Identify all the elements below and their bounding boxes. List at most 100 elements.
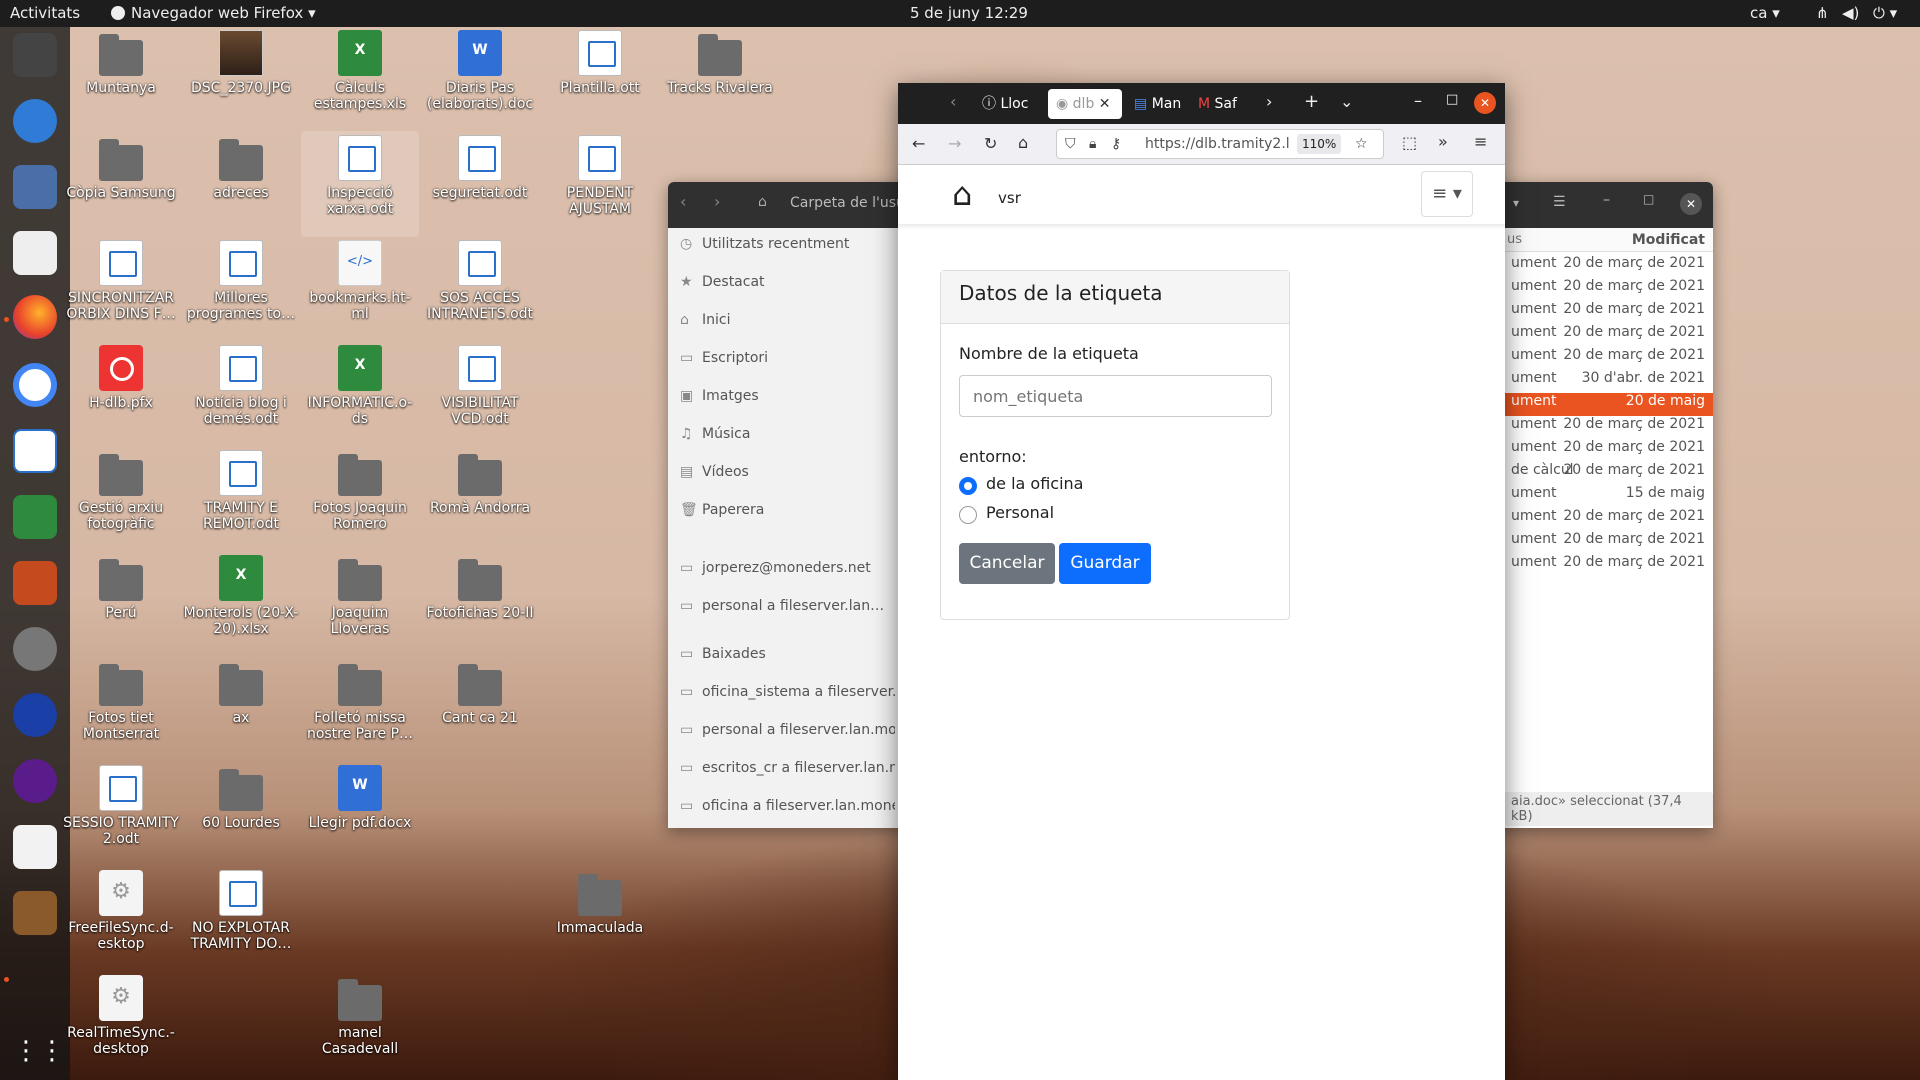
desktop-icon[interactable]: Cant ca 21	[421, 660, 539, 726]
chromium-icon[interactable]	[13, 363, 57, 407]
desktop-icon[interactable]: ax	[182, 660, 300, 726]
desktop-icon[interactable]: Romà Andorra	[421, 450, 539, 516]
sidebar-location[interactable]: ▭ personal a fileserver.lan.mo…	[680, 722, 895, 738]
clock[interactable]: 5 de juny 12:29	[910, 4, 1028, 22]
radio-office[interactable]	[959, 477, 977, 495]
desktop-icon[interactable]: PENDENT AJUSTAM	[541, 135, 659, 217]
table-row[interactable]: ument 20 de març de 2021	[1503, 531, 1713, 554]
desktop-icon[interactable]: seguretat.odt	[421, 135, 539, 201]
path-bar[interactable]: Carpeta de l'usu	[790, 195, 905, 211]
app-menu-icon[interactable]: ≡	[1474, 132, 1487, 151]
sidebar-item[interactable]: 🗑︎ Paperera	[680, 502, 764, 518]
radio-personal[interactable]	[959, 506, 977, 524]
forward-icon[interactable]: ›	[714, 192, 720, 211]
writer-icon[interactable]	[13, 429, 57, 473]
home-icon[interactable]: ⌂	[1018, 133, 1028, 152]
desktop-icon[interactable]: Càlculs estampes.xls	[301, 30, 419, 112]
desktop-icon[interactable]: Plantilla.ott	[541, 30, 659, 96]
maximize-icon[interactable]: □	[1446, 92, 1458, 107]
close-tab-icon[interactable]: ✕	[1099, 96, 1111, 112]
menu-icon[interactable]: ☰	[1553, 194, 1566, 210]
sidebar-location[interactable]: ▭ personal a fileserver.lan…	[680, 598, 895, 614]
desktop-icon[interactable]: VISIBILITAT VCD.odt	[421, 345, 539, 427]
radio-personal-label[interactable]: Personal	[986, 503, 1054, 522]
save-button[interactable]: Guardar	[1059, 543, 1151, 584]
desktop-icon[interactable]: Fotos tiet Montserrat	[62, 660, 180, 742]
desktop-icon[interactable]: adreces	[182, 135, 300, 201]
home-icon[interactable]: ⌂	[758, 194, 767, 210]
volume-icon[interactable]: ◀)	[1842, 4, 1859, 22]
sidebar-location[interactable]: ▭ escritos_cr a fileserver.lan.m…	[680, 760, 895, 776]
desktop-icon[interactable]: Monterols (20-X-20).xlsx	[182, 555, 300, 637]
url-bar[interactable]: ⛉ 🔒︎ ⚷ https://dlb.tramity2.l 110% ☆	[1056, 129, 1384, 159]
desktop-icon[interactable]: SESSIO TRAMITY 2.odt	[62, 765, 180, 847]
sidebar-location[interactable]: ▭ oficina a fileserver.lan.mone…	[680, 798, 895, 814]
type-column-header[interactable]: us	[1507, 232, 1522, 247]
new-tab-icon[interactable]: +	[1304, 91, 1319, 112]
shield-icon[interactable]: ⛉	[1065, 130, 1076, 158]
sidebar-location[interactable]: ▭ Baixades	[680, 646, 895, 662]
lock-icon[interactable]: 🔒︎	[1089, 130, 1096, 158]
desktop-icon[interactable]: Immaculada	[541, 870, 659, 936]
sidebar-item[interactable]: ⌂ Inici	[680, 312, 730, 328]
remmina-icon[interactable]	[13, 165, 57, 209]
table-row[interactable]: ument 20 de març de 2021	[1503, 347, 1713, 370]
audacity-icon[interactable]	[13, 693, 57, 737]
overflow-icon[interactable]: »	[1438, 132, 1448, 151]
back-icon[interactable]: ‹	[680, 192, 686, 211]
app-menu[interactable]: Navegador web Firefox ▾	[111, 4, 316, 22]
back-icon[interactable]: ←	[912, 134, 925, 153]
table-row[interactable]: ument 20 de maig	[1503, 393, 1713, 416]
table-row[interactable]: de càlcul 20 de març de 2021	[1503, 462, 1713, 485]
view-dropdown-icon[interactable]: ▾	[1513, 196, 1519, 210]
desktop-icon[interactable]: Millores programes to…	[182, 240, 300, 322]
home-brand-icon[interactable]: ⌂	[952, 175, 972, 213]
close-icon[interactable]: ✕	[1680, 193, 1702, 215]
desktop-icon[interactable]: Perú	[62, 555, 180, 621]
desktop-icon[interactable]: H-dlb.pfx	[62, 345, 180, 411]
firefox-icon[interactable]	[13, 295, 57, 339]
desktop-icon[interactable]: SOS ACCÉS INTRANETS.odt	[421, 240, 539, 322]
calc-icon[interactable]	[13, 495, 57, 539]
forward-icon[interactable]: →	[948, 134, 961, 153]
language-indicator[interactable]: ca ▾	[1750, 4, 1780, 22]
inkscape-icon[interactable]	[13, 33, 57, 77]
thunderbird-icon[interactable]	[13, 99, 57, 143]
tab-scroll-left-icon[interactable]: ‹	[950, 92, 956, 111]
table-row[interactable]: ument 15 de maig	[1503, 485, 1713, 508]
activities-button[interactable]: Activitats	[10, 4, 80, 22]
key-icon[interactable]: ⚷	[1111, 130, 1121, 158]
desktop-icon[interactable]: Fotofichas 20-II	[421, 555, 539, 621]
desktop-icon[interactable]: Diaris Pas (elaborats).doc	[421, 30, 539, 112]
radio-office-label[interactable]: de la oficina	[986, 474, 1083, 493]
sidebar-item[interactable]: ◷ Utilitzats recentment	[680, 236, 849, 252]
desktop-icon[interactable]: bookmarks.ht-ml	[301, 240, 419, 322]
sidebar-item[interactable]: ▭ Escriptori	[680, 350, 768, 366]
minimize-icon[interactable]: –	[1414, 91, 1422, 110]
table-row[interactable]: ument 20 de març de 2021	[1503, 278, 1713, 301]
url-text[interactable]: https://dlb.tramity2.l	[1145, 130, 1290, 158]
desktop-icon[interactable]: RealTimeSync.-desktop	[62, 975, 180, 1057]
apps-grid-icon[interactable]: ⋮⋮	[13, 1029, 65, 1073]
eclipse-icon[interactable]	[13, 759, 57, 803]
sidebar-item[interactable]: ▣ Imatges	[680, 388, 759, 404]
desktop-icon[interactable]: Muntanya	[62, 30, 180, 96]
impress-icon[interactable]	[13, 561, 57, 605]
minimize-icon[interactable]: –	[1603, 192, 1610, 208]
close-window-icon[interactable]: ✕	[1474, 92, 1496, 114]
sidebar-item[interactable]: ★ Destacat	[680, 274, 765, 290]
table-row[interactable]: ument 20 de març de 2021	[1503, 554, 1713, 577]
desktop-icon[interactable]: INFORMATIC.o-ds	[301, 345, 419, 427]
tab-list-icon[interactable]: ⌄	[1340, 92, 1353, 111]
table-row[interactable]: ument 20 de març de 2021	[1503, 255, 1713, 278]
document-viewer-icon[interactable]	[13, 825, 57, 869]
sidebar-item[interactable]: ♫ Música	[680, 426, 750, 442]
label-name-input[interactable]	[959, 375, 1272, 417]
desktop-icon[interactable]: FreeFileSync.d-esktop	[62, 870, 180, 952]
desktop-icon[interactable]: DSC_2370.JPG	[182, 30, 300, 96]
desktop-icon[interactable]: 60 Lourdes	[182, 765, 300, 831]
desktop-icon[interactable]: TRAMITY E REMOT.odt	[182, 450, 300, 532]
desktop-icon[interactable]: Còpia Samsung	[62, 135, 180, 201]
desktop-icon[interactable]: SINCRONITZAR ORBIX DINS F…	[62, 240, 180, 322]
files-icon[interactable]	[13, 231, 57, 275]
